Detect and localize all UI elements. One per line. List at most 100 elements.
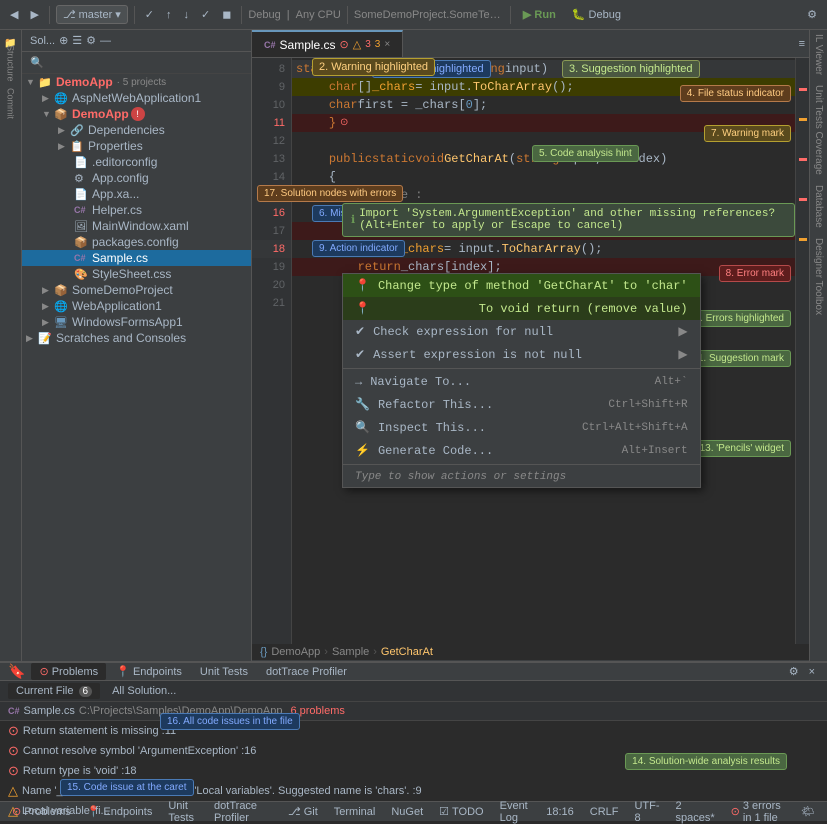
problems-close-button[interactable]: × <box>805 664 819 680</box>
tree-prop-icon: 📋 <box>70 140 86 153</box>
tree-label-samplecs: Sample.cs <box>92 251 148 265</box>
stop-button[interactable]: ◼ <box>218 6 235 23</box>
problems-panel: 🔖 ⊙ Problems 📍 Endpoints Unit Tests dotT… <box>0 661 827 801</box>
tree-item-demoapp-node[interactable]: ▼ 📦 DemoApp ! <box>22 106 251 122</box>
left-icon-bar: 📁 Structure Commit <box>0 30 22 661</box>
menu-item-assert-null[interactable]: ✔ Assert expression is not null ▶ <box>343 343 700 366</box>
line-num-11: 11 <box>252 114 291 132</box>
unit-tests-coverage-label[interactable]: Unit Tests Coverage <box>813 81 824 179</box>
menu-inspect-icon: 🔍 <box>355 420 370 435</box>
menu-item-generate[interactable]: ⚡ Generate Code... Alt+Insert <box>343 439 700 462</box>
menu-item-inspect[interactable]: 🔍 Inspect This... Ctrl+Alt+Shift+A <box>343 416 700 439</box>
tree-item-dependencies[interactable]: ▶ 🔗 Dependencies <box>22 122 251 138</box>
tab-dotrace[interactable]: dotTrace Profiler <box>258 664 355 680</box>
branch-selector[interactable]: ⎇ master ▾ <box>56 5 128 24</box>
tab-samplecs[interactable]: C# Sample.cs ⊙ △ 3 3 × <box>252 30 403 57</box>
menu-item-check-null[interactable]: ✔ Check expression for null ▶ <box>343 320 700 343</box>
check2-button[interactable]: ✓ <box>197 6 214 23</box>
problems-subtabs: Current File 6 All Solution... <box>0 681 827 702</box>
error-indicator-11: ⊙ <box>340 117 348 129</box>
tree-item-appconfig[interactable]: ⚙ App.config <box>22 170 251 186</box>
menu-item-to-void[interactable]: 📍 To void return (remove value) <box>343 297 700 320</box>
annotation-sol-errors-label: 17. Solution nodes with errors <box>264 188 396 199</box>
tab-problems[interactable]: ⊙ Problems <box>31 663 106 680</box>
tree-item-editorconfig[interactable]: 📄 .editorconfig <box>22 154 251 170</box>
database-label[interactable]: Database <box>813 181 824 232</box>
line-num-19: 19 <box>252 258 291 276</box>
endpoints-icon: 📍 <box>116 666 130 678</box>
scroll-error-2 <box>799 158 807 161</box>
annotation-solution-errors: 17. Solution nodes with errors <box>257 185 403 202</box>
tree-item-stylesheet[interactable]: 🎨 StyleSheet.css <box>22 266 251 282</box>
back-button[interactable]: ◀ <box>6 6 22 23</box>
arrow-down-button[interactable]: ↓ <box>180 7 194 23</box>
tree-project-icon: 📦 <box>54 108 70 121</box>
tab-close-button[interactable]: × <box>384 39 390 50</box>
subtab-current-file[interactable]: Current File 6 <box>8 683 100 699</box>
tree-item-somedemoproj[interactable]: ▶ 📦 SomeDemoProject <box>22 282 251 298</box>
tree-item-appxaml[interactable]: 📄 App.xa... <box>22 186 251 202</box>
tree-label-appconfig: App.config <box>92 171 149 185</box>
tree-item-mainwindow[interactable]: 🖼 MainWindow.xaml <box>22 218 251 234</box>
problem-item-5[interactable]: △ Local variable 'fi... <box>0 801 827 821</box>
problems-settings-button[interactable]: ⚙ <box>785 663 803 680</box>
commit-icon[interactable]: Commit <box>2 94 20 112</box>
il-viewer-label[interactable]: IL Viewer <box>813 30 824 79</box>
forward-button[interactable]: ▶ <box>26 6 42 23</box>
tree-item-winforms[interactable]: ▶ 🖥 WindowsFormsApp1 <box>22 314 251 330</box>
debug-button[interactable]: 🐛 Debug <box>566 6 627 23</box>
menu-item-navigate[interactable]: → Navigate To... Alt+` <box>343 371 700 393</box>
sep3 <box>241 6 242 24</box>
tab-error-count: 3 <box>365 39 371 50</box>
bookmark-icon: 🔖 <box>8 663 25 680</box>
editor-area: C# Sample.cs ⊙ △ 3 3 × ≡ 1. File tab hig… <box>252 30 809 661</box>
menu-item-change-type[interactable]: 📍 Change type of method 'GetCharAt' to '… <box>343 274 700 297</box>
current-file-badge: 6 <box>79 686 93 697</box>
branch-name: master <box>79 9 113 21</box>
line-num-9: 9 <box>252 78 291 96</box>
problem-item-1[interactable]: ⊙ Return statement is missing :11 <box>0 721 827 741</box>
tree-item-demoapp-root[interactable]: ▼ 📁 DemoApp · 5 projects <box>22 74 251 90</box>
tree-item-packages[interactable]: 📦 packages.config <box>22 234 251 250</box>
tree-expand-icon: ▶ <box>58 125 70 136</box>
tree-label-aspnet: AspNetWebApplication1 <box>72 91 201 105</box>
method-tochararray: ToCharArray <box>473 80 552 94</box>
structure-icon[interactable]: Structure <box>2 54 20 72</box>
run-button[interactable]: ▶ Run <box>517 6 562 23</box>
tree-item-webapp[interactable]: ▶ 🌐 WebApplication1 <box>22 298 251 314</box>
tree-scratch-icon: 📝 <box>38 332 54 345</box>
tree-file-icon: 📄 <box>74 156 90 169</box>
designer-toolbox-label[interactable]: Designer Toolbox <box>813 234 824 319</box>
tab-unit-tests[interactable]: Unit Tests <box>192 664 256 680</box>
check-button[interactable]: ✓ <box>141 6 158 23</box>
dotrace-label: dotTrace Profiler <box>266 666 347 678</box>
tree-label-somedemoproj: SomeDemoProject <box>72 283 173 297</box>
error-icon-3: ⊙ <box>8 763 19 779</box>
menu-navigate-label: Navigate To... <box>370 375 646 389</box>
search-button[interactable]: 🔍 <box>26 54 48 71</box>
cpu-label: Any CPU <box>296 9 341 21</box>
annotation-warning-label: 2. Warning highlighted <box>319 61 428 73</box>
settings-button[interactable]: ⚙ <box>803 6 821 23</box>
tree-csharp-icon: C# <box>74 205 90 215</box>
annotation-suggestion-label: 3. Suggestion highlighted <box>569 63 693 75</box>
problem-text-3: Return type is 'void' :18 <box>23 765 137 777</box>
menu-item-refactor[interactable]: 🔧 Refactor This... Ctrl+Shift+R <box>343 393 700 416</box>
kw-char3: char <box>329 98 358 112</box>
explorer-title: Sol... <box>30 35 55 47</box>
tab-endpoints[interactable]: 📍 Endpoints <box>108 663 190 680</box>
problem-text-1: Return statement is missing :11 <box>23 725 176 737</box>
menu-sep2 <box>343 464 700 465</box>
annotation-suggestion: 3. Suggestion highlighted <box>562 60 700 78</box>
tree-item-aspnet[interactable]: ▶ 🌐 AspNetWebApplication1 <box>22 90 251 106</box>
endpoints-label: Endpoints <box>133 666 182 678</box>
subtab-all-solution[interactable]: All Solution... <box>104 683 184 699</box>
arrow-up-button[interactable]: ↑ <box>162 7 176 23</box>
tree-item-scratches[interactable]: ▶ 📝 Scratches and Consoles <box>22 330 251 346</box>
tab-menu-button[interactable]: ≡ <box>795 36 809 52</box>
tree-item-properties[interactable]: ▶ 📋 Properties <box>22 138 251 154</box>
tree-item-samplecs[interactable]: C# Sample.cs <box>22 250 251 266</box>
var-chars: _chars <box>372 80 415 94</box>
line-num-12: 12 <box>252 132 291 150</box>
tree-item-helpercs[interactable]: C# Helper.cs <box>22 202 251 218</box>
